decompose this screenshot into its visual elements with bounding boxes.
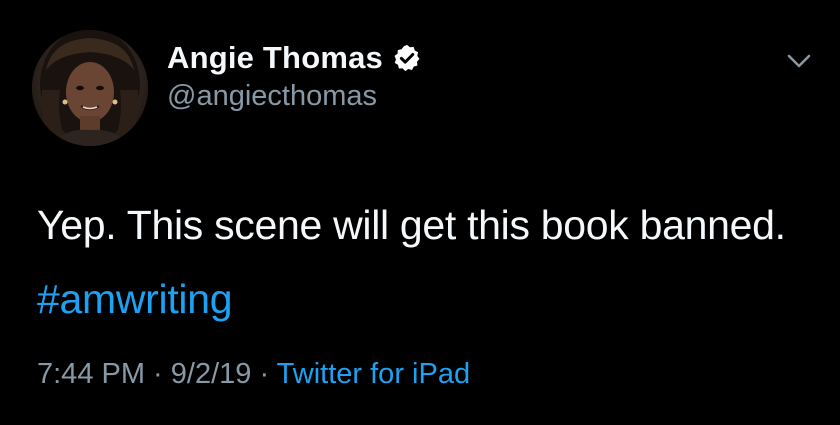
meta-separator: · — [251, 358, 277, 390]
avatar[interactable] — [32, 30, 148, 146]
meta-separator: · — [145, 358, 171, 390]
verified-badge-icon — [392, 43, 422, 73]
chevron-down-icon[interactable] — [786, 48, 812, 74]
avatar-image — [32, 30, 148, 146]
author-handle[interactable]: @angiecthomas — [167, 80, 377, 113]
tweet-source-link[interactable]: Twitter for iPad — [277, 358, 470, 390]
tweet-time[interactable]: 7:44 PM — [37, 358, 145, 390]
tweet-text: Yep. This scene will get this book banne… — [37, 188, 817, 336]
tweet-body: Yep. This scene will get this book banne… — [37, 202, 786, 248]
hashtag-link[interactable]: #amwriting — [37, 276, 233, 322]
author-name-row[interactable]: Angie Thomas — [167, 38, 422, 78]
tweet-card: Angie Thomas @angiecthomas Yep. This sce… — [0, 0, 840, 425]
tweet-meta: 7:44 PM · 9/2/19 · Twitter for iPad — [37, 358, 470, 391]
display-name[interactable]: Angie Thomas — [167, 40, 383, 76]
tweet-date[interactable]: 9/2/19 — [171, 358, 252, 390]
